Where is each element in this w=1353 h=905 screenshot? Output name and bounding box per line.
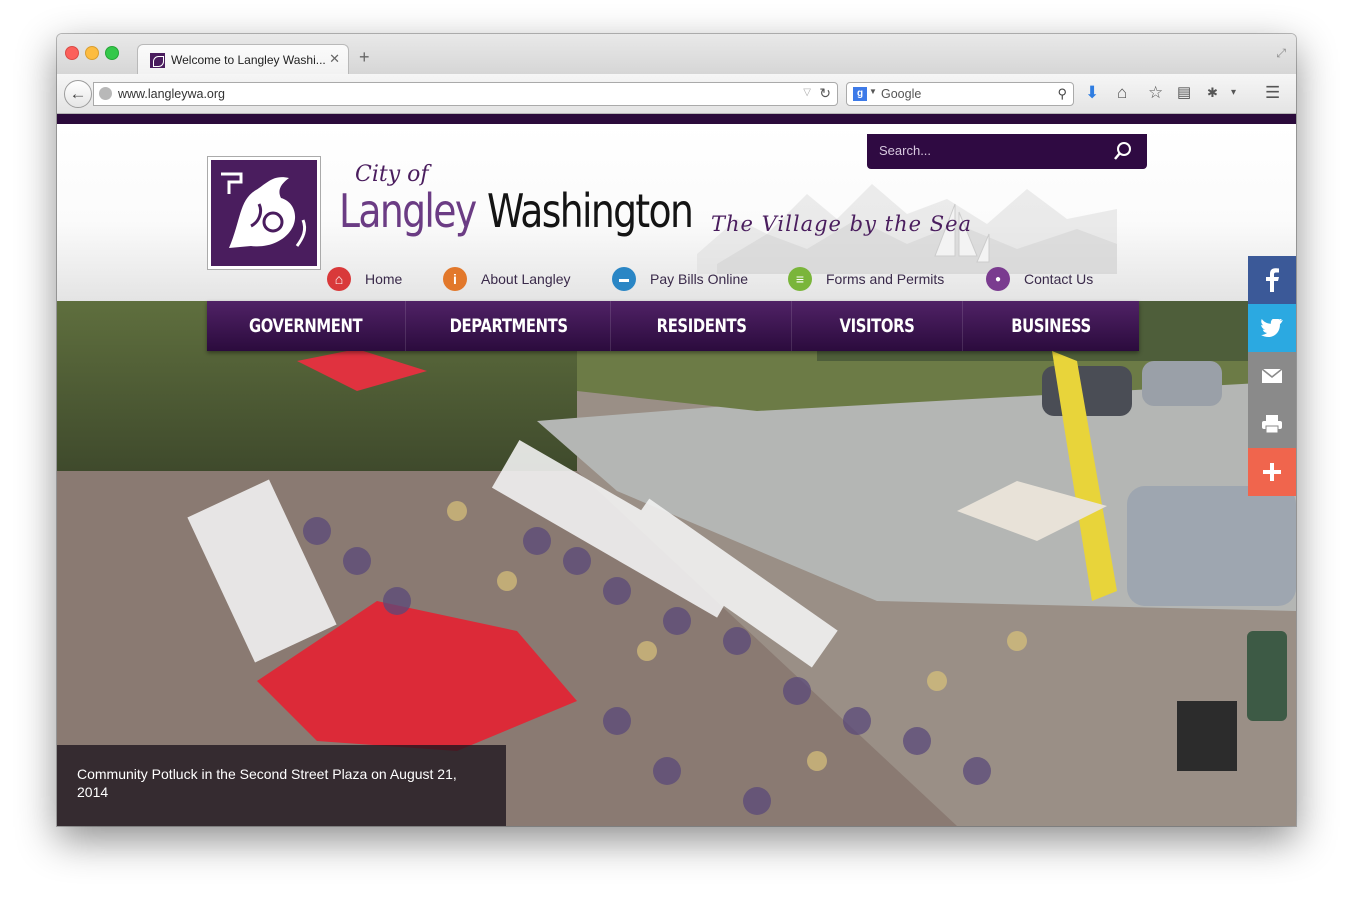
- brand-name-washington[interactable]: Washington: [487, 184, 694, 238]
- search-icon[interactable]: ⚲: [1057, 86, 1067, 102]
- twitter-icon: [1261, 319, 1283, 337]
- tab-title: Welcome to Langley Washi...: [171, 53, 326, 67]
- quick-link-about[interactable]: i About Langley: [443, 265, 571, 293]
- window-minimize-button[interactable]: [85, 46, 99, 60]
- nav-departments[interactable]: DEPARTMENTS: [406, 301, 612, 351]
- email-icon: [1261, 368, 1283, 383]
- bookmark-star-icon[interactable]: ☆: [1148, 83, 1163, 103]
- nav-residents[interactable]: RESIDENTS: [611, 301, 793, 351]
- addon-icon[interactable]: ✱: [1207, 83, 1218, 103]
- download-icon[interactable]: ⬇: [1085, 83, 1099, 103]
- facebook-share-button[interactable]: [1248, 256, 1296, 304]
- search-engine-icon[interactable]: g: [853, 87, 867, 101]
- info-icon: i: [443, 267, 467, 291]
- quick-link-contact[interactable]: ● Contact Us: [986, 265, 1093, 293]
- globe-icon: [99, 87, 112, 100]
- quick-link-pay-bills[interactable]: ▬ Pay Bills Online: [612, 265, 748, 293]
- hero-caption: Community Potluck in the Second Street P…: [57, 745, 506, 826]
- browser-search-bar[interactable]: g ▼ Google ⚲: [846, 82, 1074, 106]
- more-share-button[interactable]: [1248, 448, 1296, 496]
- site-header: City of Langley Washington The Village b…: [57, 124, 1296, 301]
- city-seal-logo[interactable]: [208, 157, 320, 269]
- social-share-bar: [1248, 256, 1296, 496]
- nav-visitors[interactable]: VISITORS: [792, 301, 963, 351]
- quick-link-label: Contact Us: [1024, 271, 1094, 287]
- quick-link-label: About Langley: [481, 271, 571, 287]
- browser-window: Welcome to Langley Washi... ✕ + ⤢ ← www.…: [57, 34, 1296, 826]
- back-arrow-icon: ←: [69, 84, 87, 103]
- site-search-box: [867, 134, 1147, 169]
- window-zoom-button[interactable]: [105, 46, 119, 60]
- top-accent-bar: [57, 114, 1296, 124]
- quick-link-forms[interactable]: ≡ Forms and Permits: [788, 265, 944, 293]
- home-icon: ⌂: [327, 267, 351, 291]
- quick-link-label: Home: [365, 271, 403, 287]
- quick-link-label: Forms and Permits: [826, 271, 945, 287]
- email-share-button[interactable]: [1248, 352, 1296, 400]
- back-button[interactable]: ←: [64, 80, 92, 108]
- facebook-icon: [1266, 268, 1279, 292]
- twitter-share-button[interactable]: [1248, 304, 1296, 352]
- brand-name-langley[interactable]: Langley: [339, 184, 477, 238]
- document-icon: ≡: [788, 267, 812, 291]
- tab-close-icon[interactable]: ✕: [329, 51, 340, 67]
- quick-links: ⌂ Home i About Langley ▬ Pay Bills Onlin…: [57, 265, 1296, 297]
- search-engine-dropdown-icon[interactable]: ▼: [869, 87, 877, 96]
- fullscreen-icon[interactable]: ⤢: [1276, 46, 1286, 61]
- print-button[interactable]: [1248, 400, 1296, 448]
- person-icon: ●: [986, 267, 1010, 291]
- reading-list-icon[interactable]: ▤: [1177, 83, 1191, 103]
- quick-link-label: Pay Bills Online: [650, 271, 749, 287]
- address-bar[interactable]: www.langleywa.org ▽ ↻: [93, 82, 838, 106]
- browser-toolbar: ← www.langleywa.org ▽ ↻ g ▼ Google ⚲ ⬇ ⌂…: [57, 74, 1296, 114]
- site-favicon-icon: [150, 53, 165, 68]
- nav-government[interactable]: GOVERNMENT: [207, 301, 407, 351]
- hero-caption-text: Community Potluck in the Second Street P…: [77, 766, 457, 800]
- web-page: City of Langley Washington The Village b…: [57, 114, 1296, 826]
- search-icon[interactable]: [1113, 141, 1133, 161]
- url-text: www.langleywa.org: [118, 87, 225, 101]
- heron-logo-icon: [221, 172, 307, 248]
- window-close-button[interactable]: [65, 46, 79, 60]
- tab-bar: Welcome to Langley Washi... ✕ + ⤢: [57, 34, 1296, 74]
- url-history-dropdown-icon[interactable]: ▽: [803, 87, 811, 98]
- nav-business[interactable]: BUSINESS: [963, 301, 1139, 351]
- reload-icon[interactable]: ↻: [819, 85, 831, 102]
- home-icon[interactable]: ⌂: [1117, 83, 1127, 103]
- addon-dropdown-icon[interactable]: ▾: [1231, 83, 1236, 103]
- main-navigation: GOVERNMENT DEPARTMENTS RESIDENTS VISITOR…: [207, 301, 1139, 351]
- plus-icon: [1263, 463, 1281, 481]
- new-tab-button[interactable]: +: [359, 48, 370, 66]
- search-engine-placeholder: Google: [881, 87, 922, 101]
- menu-icon[interactable]: ☰: [1265, 83, 1280, 103]
- browser-tab[interactable]: Welcome to Langley Washi... ✕: [137, 44, 349, 74]
- site-search-input[interactable]: [877, 142, 1111, 159]
- credit-card-icon: ▬: [612, 267, 636, 291]
- brand-tagline: The Village by the Sea: [711, 212, 973, 236]
- quick-link-home[interactable]: ⌂ Home: [327, 265, 402, 293]
- print-icon: [1262, 415, 1282, 434]
